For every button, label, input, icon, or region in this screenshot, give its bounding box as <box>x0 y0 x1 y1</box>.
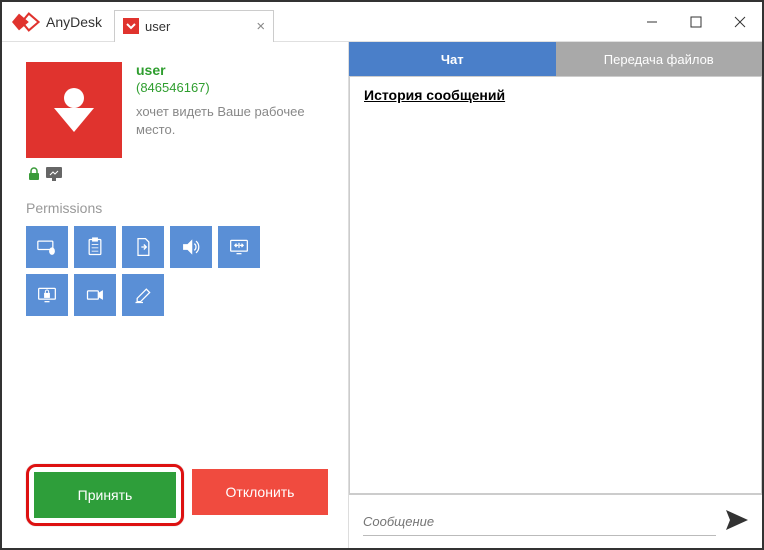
permissions-grid <box>26 226 286 316</box>
user-info: user (846546167) хочет видеть Ваше рабоч… <box>136 62 328 158</box>
chat-tabs: Чат Передача файлов <box>349 42 762 76</box>
monitor-icon <box>46 166 62 182</box>
chat-input[interactable] <box>363 508 716 536</box>
permissions-heading: Permissions <box>26 200 328 216</box>
app-name: AnyDesk <box>46 14 102 30</box>
perm-whiteboard[interactable] <box>122 274 164 316</box>
close-button[interactable] <box>718 2 762 42</box>
app-logo-icon <box>12 8 40 36</box>
user-row: user (846546167) хочет видеть Ваше рабоч… <box>26 62 328 158</box>
maximize-button[interactable] <box>674 2 718 42</box>
tab-chat[interactable]: Чат <box>349 42 556 76</box>
user-avatar <box>26 62 122 158</box>
accept-highlight: Принять <box>26 464 184 526</box>
actions-row: Принять Отклонить <box>26 464 328 532</box>
left-panel: user (846546167) хочет видеть Ваше рабоч… <box>2 42 348 548</box>
tab-file-transfer[interactable]: Передача файлов <box>556 42 763 76</box>
perm-display[interactable] <box>218 226 260 268</box>
perm-record[interactable] <box>74 274 116 316</box>
chat-body: История сообщений <box>349 76 762 494</box>
lock-icon <box>26 166 42 182</box>
app-window: AnyDesk user × user (846546167) хоче <box>0 0 764 550</box>
perm-audio[interactable] <box>170 226 212 268</box>
perm-privacy[interactable] <box>26 274 68 316</box>
tab-avatar-icon <box>123 18 139 34</box>
user-name: user <box>136 62 328 78</box>
accept-button[interactable]: Принять <box>34 472 176 518</box>
minimize-button[interactable] <box>630 2 674 42</box>
user-description: хочет видеть Ваше рабочее место. <box>136 103 328 139</box>
perm-keyboard-mouse[interactable] <box>26 226 68 268</box>
tab-title: user <box>145 19 170 34</box>
window-controls <box>630 2 762 42</box>
chat-input-row <box>349 494 762 548</box>
user-id: (846546167) <box>136 80 328 95</box>
titlebar: AnyDesk user × <box>2 2 762 42</box>
content: user (846546167) хочет видеть Ваше рабоч… <box>2 42 762 548</box>
send-button[interactable] <box>726 510 748 533</box>
chat-history-header: История сообщений <box>350 77 761 113</box>
perm-file-transfer[interactable] <box>122 226 164 268</box>
perm-clipboard[interactable] <box>74 226 116 268</box>
close-icon[interactable]: × <box>256 18 265 35</box>
session-tab[interactable]: user × <box>114 10 274 42</box>
right-panel: Чат Передача файлов История сообщений <box>348 42 762 548</box>
status-icons <box>26 166 328 182</box>
decline-button[interactable]: Отклонить <box>192 469 328 515</box>
